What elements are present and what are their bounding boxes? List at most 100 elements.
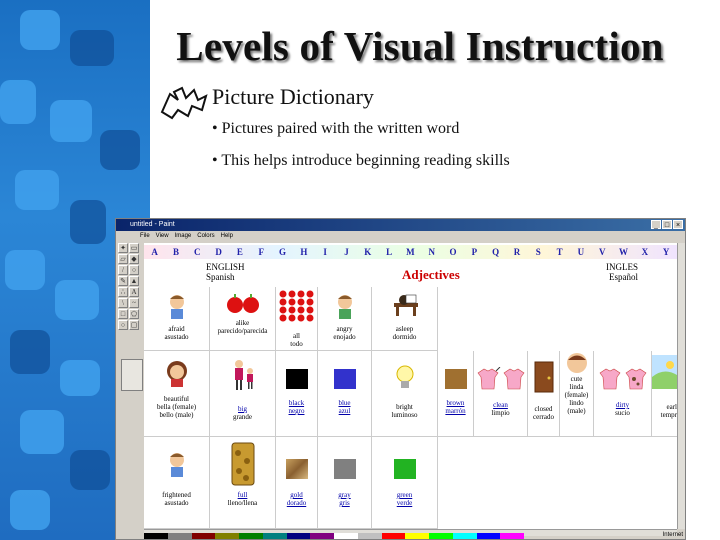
paint-title-bar[interactable]: untitled - Paint _ □ × (116, 219, 685, 231)
big-and-small-people-icon (235, 360, 253, 390)
caption: asleep dormido (392, 325, 417, 341)
caption-link[interactable]: full (210, 491, 275, 499)
polygon-icon[interactable]: ⬠ (129, 309, 139, 319)
card-frightened[interactable]: frightened asustado (144, 437, 210, 529)
fill-icon[interactable]: ◆ (129, 254, 139, 264)
letter-t[interactable]: T (549, 245, 570, 259)
card-cute[interactable]: cute linda (female) lindo (male) (560, 351, 594, 437)
card-bright[interactable]: bright luminoso (372, 351, 438, 437)
menu-file[interactable]: File (140, 231, 150, 242)
curve-icon[interactable]: ~ (129, 298, 139, 308)
eraser-icon[interactable]: ▱ (118, 254, 128, 264)
status-text: Internet (662, 532, 683, 538)
caption: sucio (615, 409, 630, 417)
ellipse-icon[interactable]: ○ (118, 320, 128, 330)
card-gray[interactable]: gray gris (318, 437, 372, 529)
caption-link[interactable]: gray gris (318, 491, 371, 507)
card-gold[interactable]: gold dorado (276, 437, 318, 529)
rectangle-icon[interactable]: □ (118, 309, 128, 319)
card-big[interactable]: big grande (210, 351, 276, 437)
letter-l[interactable]: L (378, 245, 399, 259)
letter-i[interactable]: I (315, 245, 336, 259)
cute-baby-icon (567, 353, 587, 373)
letter-h[interactable]: H (293, 245, 314, 259)
paint-canvas[interactable]: A B C D E F G H I J K L M N O P Q R S T … (144, 243, 677, 529)
letter-b[interactable]: B (165, 245, 186, 259)
card-brown[interactable]: brown marrón (438, 351, 474, 437)
letter-u[interactable]: U (570, 245, 591, 259)
caption-link[interactable]: dirty (594, 401, 651, 409)
letter-s[interactable]: S (528, 245, 549, 259)
caption-link[interactable]: green verde (372, 491, 437, 507)
letter-c[interactable]: C (187, 245, 208, 259)
line-icon[interactable]: \ (118, 298, 128, 308)
caption-link[interactable]: clean (474, 401, 527, 409)
letter-k[interactable]: K (357, 245, 378, 259)
close-button[interactable]: × (673, 220, 683, 229)
card-full[interactable]: full lleno/llena (210, 437, 276, 529)
bullet-1: • Pictures paired with the written word (212, 120, 460, 137)
letter-v[interactable]: V (592, 245, 613, 259)
vertical-scrollbar[interactable] (677, 243, 685, 529)
card-beautiful[interactable]: beautiful bella (female) bello (male) (144, 351, 210, 437)
adjectives-heading: Adjectives (402, 267, 460, 282)
free-select-icon[interactable]: ✦ (118, 243, 128, 253)
letter-e[interactable]: E (229, 245, 250, 259)
magnifier-icon[interactable]: ○ (129, 265, 139, 275)
menu-help[interactable]: Help (221, 231, 233, 242)
caption: beautiful bella (female) bello (male) (156, 395, 197, 419)
card-green[interactable]: green verde (372, 437, 438, 529)
window-title: untitled - Paint (130, 221, 175, 228)
brush-icon[interactable]: ▲ (129, 276, 139, 286)
caption-link[interactable]: gold dorado (276, 491, 317, 507)
letter-q[interactable]: Q (485, 245, 506, 259)
caption: cute linda (female) lindo (male) (564, 375, 589, 415)
letter-m[interactable]: M (400, 245, 421, 259)
pencil-icon[interactable]: ✎ (118, 276, 128, 286)
menu-colors[interactable]: Colors (197, 231, 214, 242)
letter-n[interactable]: N (421, 245, 442, 259)
card-all[interactable]: all todo (276, 287, 318, 351)
card-asleep[interactable]: asleep dormido (372, 287, 438, 351)
letter-j[interactable]: J (336, 245, 357, 259)
tool-options[interactable] (121, 359, 143, 391)
minimize-button[interactable]: _ (651, 220, 661, 229)
letter-w[interactable]: W (613, 245, 634, 259)
green-swatch (394, 459, 416, 479)
gold-swatch (286, 459, 308, 479)
letter-d[interactable]: D (208, 245, 229, 259)
color-palette[interactable] (144, 533, 524, 539)
caption-link[interactable]: brown marrón (438, 399, 473, 415)
picker-icon[interactable]: / (118, 265, 128, 275)
card-angry[interactable]: angry enojado (318, 287, 372, 351)
airbrush-icon[interactable]: ∴ (118, 287, 128, 297)
letter-f[interactable]: F (251, 245, 272, 259)
card-early[interactable]: earl tempr (652, 351, 677, 437)
menu-view[interactable]: View (156, 231, 169, 242)
card-black[interactable]: black negro (276, 351, 318, 437)
caption-link[interactable]: black negro (276, 399, 317, 415)
caption-link[interactable]: big (210, 405, 275, 413)
card-alike[interactable]: alike parecido/parecida (210, 287, 276, 351)
letter-p[interactable]: P (464, 245, 485, 259)
letter-x[interactable]: X (634, 245, 655, 259)
black-swatch (286, 369, 308, 389)
caption: bright luminoso (391, 403, 418, 419)
two-apples-icon (227, 294, 259, 313)
text-icon[interactable]: A (129, 287, 139, 297)
letter-o[interactable]: O (442, 245, 463, 259)
letter-r[interactable]: R (506, 245, 527, 259)
caption-link[interactable]: blue azul (318, 399, 371, 415)
letter-y[interactable]: Y (656, 245, 677, 259)
card-clean[interactable]: clean limpio (474, 351, 528, 437)
letter-g[interactable]: G (272, 245, 293, 259)
rounded-rect-icon[interactable]: ▢ (129, 320, 139, 330)
card-blue[interactable]: blue azul (318, 351, 372, 437)
card-afraid[interactable]: afraid asustado (144, 287, 210, 351)
card-closed[interactable]: closed cerrado (528, 351, 560, 437)
maximize-button[interactable]: □ (662, 220, 672, 229)
select-icon[interactable]: ▭ (129, 243, 139, 253)
menu-image[interactable]: Image (175, 231, 192, 242)
card-dirty[interactable]: dirty sucio (594, 351, 652, 437)
letter-a[interactable]: A (144, 245, 165, 259)
